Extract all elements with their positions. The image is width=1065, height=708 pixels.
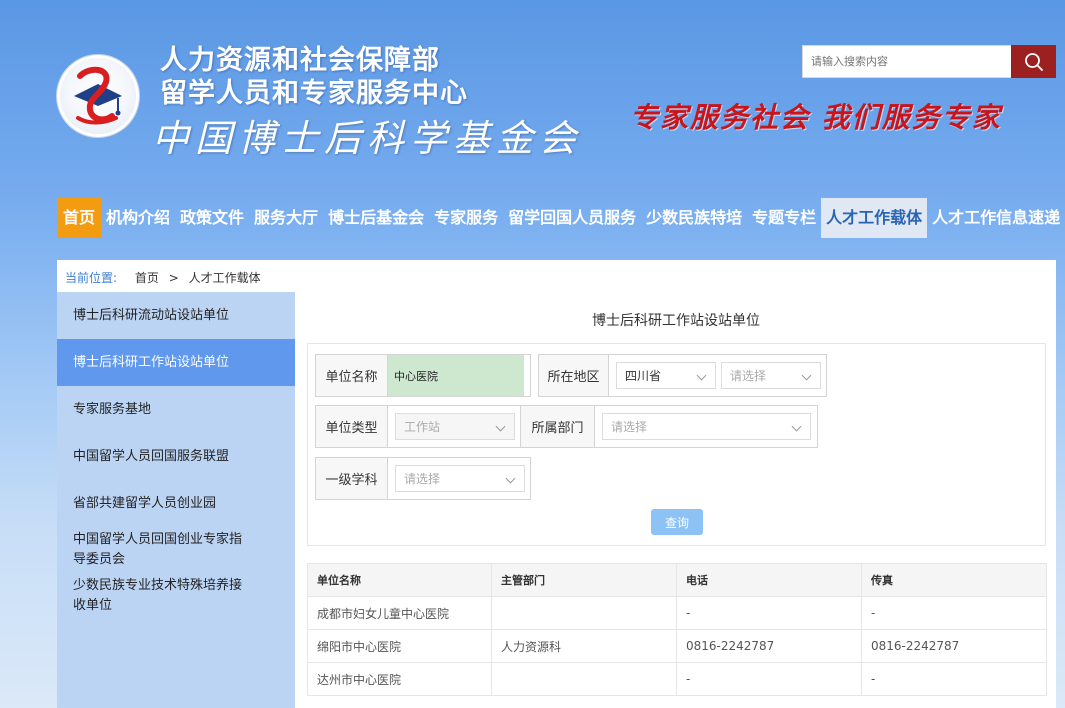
cell-fax: - [861, 596, 1047, 630]
sidebar-item-startup-committee[interactable]: 中国留学人员回国创业专家指导委员会 [57, 527, 295, 573]
site-header: 人力资源和社会保障部 留学人员和专家服务中心 中国博士后科学基金会 专家服务社会… [0, 0, 1065, 190]
sidebar-item-postdoc-workstation[interactable]: 博士后科研工作站设站单位 [57, 339, 295, 386]
province-select[interactable]: 四川省 [616, 362, 716, 389]
nav-item-talent-news[interactable]: 人才工作信息速递 [927, 198, 1065, 238]
search-form: 单位名称 所在地区 四川省 请选择 单位类型 工作站 所属部门 请选 [307, 343, 1046, 546]
table-header-row: 单位名称 主管部门 电话 传真 [307, 563, 1047, 597]
cell-unit: 绵阳市中心医院 [307, 629, 492, 663]
region-label: 所在地区 [539, 355, 609, 396]
unit-name-group: 单位名称 [315, 354, 531, 397]
sidebar-item-label: 中国留学人员回国创业专家指导委员会 [73, 532, 243, 567]
sidebar-item-label: 中国留学人员回国服务联盟 [73, 448, 230, 464]
search-button[interactable] [1011, 45, 1056, 78]
slogan: 专家服务社会 我们服务专家 [630, 101, 1002, 134]
cell-department [491, 596, 677, 630]
nav-item-special-topics[interactable]: 专题专栏 [747, 198, 821, 238]
cell-fax: 0816-2242787 [861, 629, 1047, 663]
unit-type-select[interactable]: 工作站 [395, 413, 515, 440]
nav-item-service-hall[interactable]: 服务大厅 [249, 198, 323, 238]
logo-graduation-icon [74, 66, 122, 125]
unit-name-label: 单位名称 [316, 355, 388, 396]
breadcrumb-separator: > [168, 271, 179, 285]
breadcrumb: 当前位置: 首页 > 人才工作载体 [65, 269, 261, 286]
org-name-line2: 留学人员和专家服务中心 [160, 78, 468, 109]
sidebar-item-label: 博士后科研工作站设站单位 [73, 354, 230, 370]
nav-item-about[interactable]: 机构介绍 [101, 198, 175, 238]
nav-item-talent-carrier[interactable]: 人才工作载体 [821, 198, 928, 238]
breadcrumb-current: 人才工作载体 [188, 271, 261, 285]
query-button[interactable]: 查询 [651, 509, 703, 535]
nav-item-expert-service[interactable]: 专家服务 [429, 198, 503, 238]
logo-emblem [57, 55, 139, 137]
cell-phone: - [676, 662, 862, 696]
breadcrumb-label: 当前位置: [65, 271, 118, 285]
department-group: 所属部门 请选择 [520, 405, 818, 448]
sidebar-item-minority-training-units[interactable]: 少数民族专业技术特殊培养接收单位 [57, 573, 295, 619]
subject-select[interactable]: 请选择 [395, 465, 525, 492]
cell-phone: 0816-2242787 [676, 629, 862, 663]
chevron-down-icon [791, 421, 802, 432]
subject-group: 一级学科 请选择 [315, 457, 531, 500]
chevron-down-icon [801, 370, 812, 381]
unit-type-group: 单位类型 工作站 [315, 405, 521, 448]
chevron-down-icon [495, 421, 506, 432]
sidebar-item-postdoc-mobile-station[interactable]: 博士后科研流动站设站单位 [57, 292, 295, 339]
sidebar-item-label: 博士后科研流动站设站单位 [73, 307, 230, 323]
column-header-unit: 单位名称 [307, 563, 492, 597]
sidebar-item-returnee-alliance[interactable]: 中国留学人员回国服务联盟 [57, 433, 295, 480]
cell-phone: - [676, 596, 862, 630]
cell-fax: - [861, 662, 1047, 696]
nav-item-postdoc-foundation[interactable]: 博士后基金会 [323, 198, 429, 238]
sidebar-item-expert-base[interactable]: 专家服务基地 [57, 386, 295, 433]
org-name-line3: 中国博士后科学基金会 [152, 117, 582, 160]
table-row[interactable]: 达州市中心医院 - - [307, 662, 1047, 696]
page-title: 博士后科研工作站设站单位 [592, 313, 760, 329]
cell-unit: 成都市妇女儿童中心医院 [307, 596, 492, 630]
unit-type-label: 单位类型 [316, 406, 388, 447]
column-header-department: 主管部门 [491, 563, 677, 597]
column-header-phone: 电话 [676, 563, 862, 597]
nav-item-home[interactable]: 首页 [57, 198, 102, 238]
table-row[interactable]: 成都市妇女儿童中心医院 - - [307, 596, 1047, 630]
cell-department: 人力资源科 [491, 629, 677, 663]
nav-item-policy[interactable]: 政策文件 [175, 198, 249, 238]
sidebar-item-label: 省部共建留学人员创业园 [73, 495, 217, 511]
results-table: 单位名称 主管部门 电话 传真 成都市妇女儿童中心医院 - - 绵阳市中心医院 … [307, 563, 1047, 696]
nav-item-minority-training[interactable]: 少数民族特培 [641, 198, 747, 238]
province-value: 四川省 [625, 369, 662, 383]
main-nav: 首页 机构介绍 政策文件 服务大厅 博士后基金会 专家服务 留学回国人员服务 少… [57, 198, 1060, 238]
breadcrumb-home[interactable]: 首页 [135, 271, 159, 285]
subject-label: 一级学科 [316, 458, 388, 499]
department-label: 所属部门 [521, 406, 595, 447]
sidebar: 博士后科研流动站设站单位 博士后科研工作站设站单位 专家服务基地 中国留学人员回… [57, 292, 295, 708]
department-select[interactable]: 请选择 [602, 413, 811, 440]
table-row[interactable]: 绵阳市中心医院 人力资源科 0816-2242787 0816-2242787 [307, 629, 1047, 663]
sidebar-item-label: 少数民族专业技术特殊培养接收单位 [73, 578, 243, 613]
chevron-down-icon [505, 473, 516, 484]
column-header-fax: 传真 [861, 563, 1047, 597]
sidebar-item-label: 专家服务基地 [73, 401, 152, 417]
city-select[interactable]: 请选择 [721, 362, 821, 389]
unit-name-input[interactable] [388, 355, 524, 396]
cell-unit: 达州市中心医院 [307, 662, 492, 696]
unit-type-value: 工作站 [404, 420, 441, 434]
nav-item-returnee-service[interactable]: 留学回国人员服务 [503, 198, 641, 238]
department-placeholder: 请选择 [611, 420, 648, 434]
region-group: 所在地区 四川省 请选择 [538, 354, 827, 397]
cell-department [491, 662, 677, 696]
sidebar-item-startup-park[interactable]: 省部共建留学人员创业园 [57, 480, 295, 527]
chevron-down-icon [696, 370, 707, 381]
content-panel: 当前位置: 首页 > 人才工作载体 博士后科研流动站设站单位 博士后科研工作站设… [57, 260, 1056, 708]
search-bar [802, 45, 1056, 78]
search-icon [1024, 52, 1043, 71]
city-placeholder: 请选择 [730, 369, 767, 383]
subject-placeholder: 请选择 [404, 472, 441, 486]
search-input[interactable] [802, 45, 1011, 78]
